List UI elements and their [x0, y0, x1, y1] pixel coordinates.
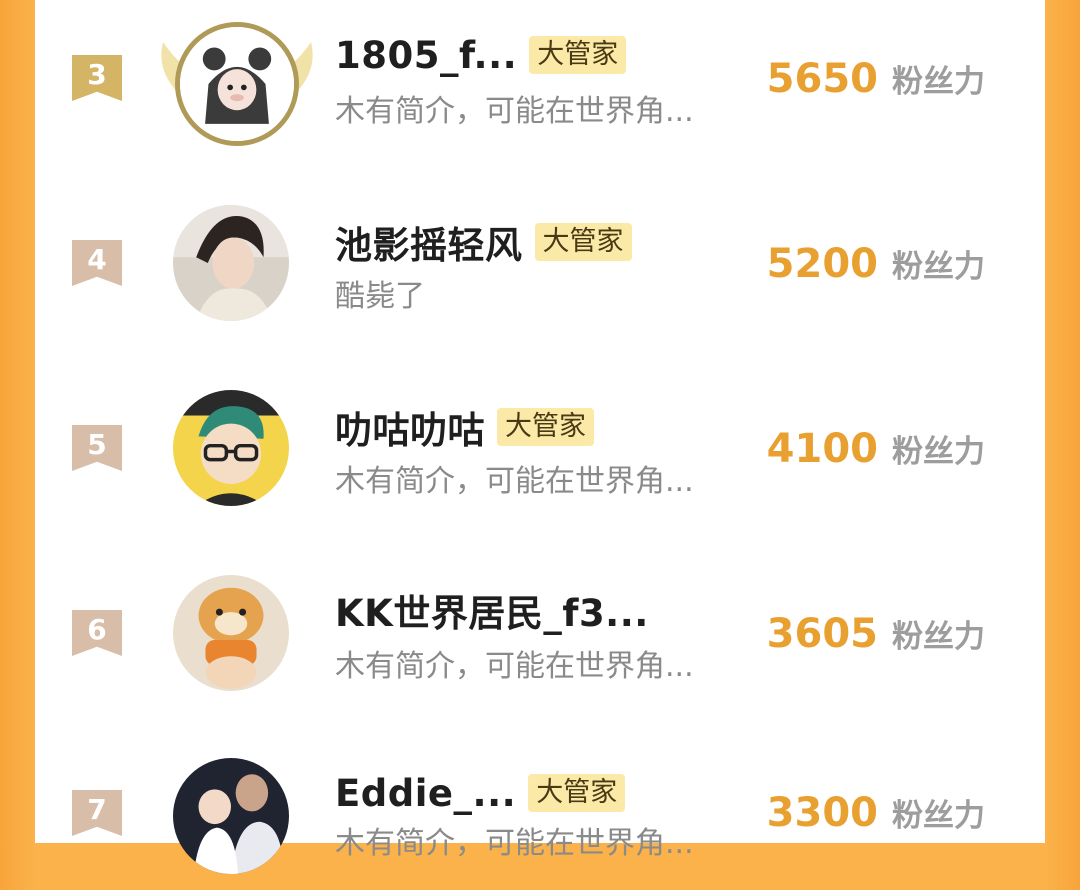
score-unit: 粉丝力 [892, 434, 985, 470]
user-bio: 木有简介，可能在世界角... [335, 94, 694, 129]
avatar-image [180, 27, 294, 141]
score-value: 5200 [766, 241, 878, 287]
fan-power-score: 3605 粉丝力 [767, 611, 985, 657]
role-badge: 大管家 [534, 223, 632, 261]
rank-badge: 6 [72, 610, 122, 656]
username[interactable]: 池影摇轻风 [335, 215, 523, 269]
avatar[interactable] [173, 758, 289, 874]
user-bio: 木有简介，可能在世界角... [335, 464, 694, 499]
user-bio: 木有简介，可能在世界角... [335, 649, 694, 684]
rank-badge: 5 [72, 425, 122, 471]
rank-badge: 4 [72, 240, 122, 286]
avatar[interactable] [173, 205, 289, 321]
score-unit: 粉丝力 [892, 619, 985, 655]
username[interactable]: KK世界居民_f3... [335, 583, 649, 637]
avatar[interactable] [173, 390, 289, 506]
leaderboard-row[interactable]: 3 1805_f... 大管家 木有简介，可能在世界角... 5650 粉丝力 [35, 0, 1045, 150]
score-value: 4100 [766, 426, 878, 472]
leaderboard-row[interactable]: 5 叻咕叻咕 大管家 木有简介，可能在世界角... 4100 粉丝力 [35, 370, 1045, 520]
user-bio: 酷毙了 [335, 279, 425, 314]
score-unit: 粉丝力 [892, 798, 985, 834]
score-unit: 粉丝力 [892, 64, 985, 100]
rank-badge: 3 [72, 55, 122, 101]
leaderboard-row[interactable]: 6 KK世界居民_f3... 木有简介，可能在世界角... 3605 粉丝力 [35, 555, 1045, 705]
leaderboard-row[interactable]: 4 池影摇轻风 大管家 酷毙了 5200 粉丝力 [35, 185, 1045, 335]
avatar-image [173, 575, 289, 691]
avatar[interactable] [175, 22, 299, 146]
fan-power-score: 5650 粉丝力 [767, 56, 985, 102]
fan-power-score: 5200 粉丝力 [767, 241, 985, 287]
score-value: 3605 [766, 611, 878, 657]
avatar-image [173, 758, 289, 874]
avatar[interactable] [173, 575, 289, 691]
username[interactable]: 1805_f... [335, 34, 517, 77]
username[interactable]: 叻咕叻咕 [335, 400, 485, 454]
leaderboard-row[interactable]: 7 Eddie_... 大管家 木有简介，可能在世界角... 3300 粉丝力 [35, 740, 1045, 890]
user-bio: 木有简介，可能在世界角... [335, 826, 694, 861]
fan-power-score: 3300 粉丝力 [767, 790, 985, 836]
score-unit: 粉丝力 [892, 249, 985, 285]
avatar-image [173, 205, 289, 321]
avatar-image [173, 390, 289, 506]
leaderboard-panel: 3 1805_f... 大管家 木有简介，可能在世界角... 5650 粉丝力 … [35, 0, 1045, 874]
role-badge: 大管家 [528, 774, 626, 812]
score-value: 5650 [766, 56, 878, 102]
username[interactable]: Eddie_... [335, 772, 516, 815]
fan-power-score: 4100 粉丝力 [767, 426, 985, 472]
role-badge: 大管家 [497, 408, 594, 446]
role-badge: 大管家 [529, 36, 627, 74]
rank-badge: 7 [72, 790, 122, 836]
score-value: 3300 [766, 790, 878, 836]
